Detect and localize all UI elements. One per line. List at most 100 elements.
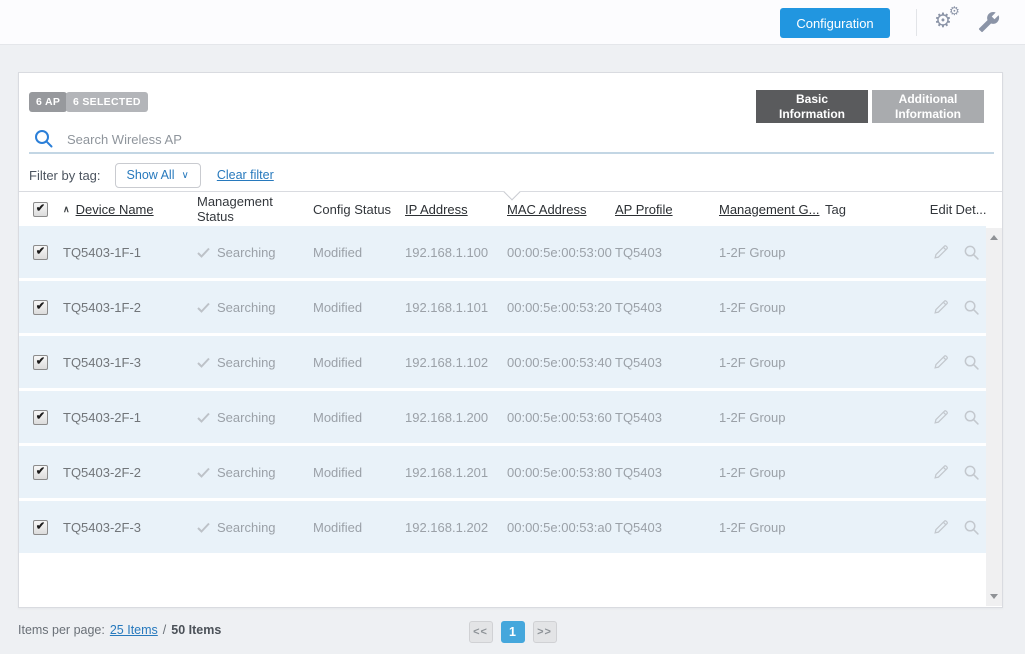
- ap-profile: TQ5403: [615, 410, 662, 425]
- settings-gears-icon[interactable]: ⚙ ⚙: [932, 4, 966, 40]
- details-magnifier-icon[interactable]: [963, 464, 980, 481]
- column-ip-address[interactable]: IP Address: [405, 202, 468, 217]
- config-status: Modified: [313, 520, 362, 535]
- configuration-button[interactable]: Configuration: [780, 8, 890, 38]
- ap-profile: TQ5403: [615, 520, 662, 535]
- mac-address: 00:00:5e:00:53:00: [507, 245, 612, 260]
- management-group: 1-2F Group: [719, 300, 785, 315]
- mac-address: 00:00:5e:00:53:20: [507, 300, 612, 315]
- row-checkbox[interactable]: ✔: [33, 465, 48, 480]
- edit-pencil-icon[interactable]: [932, 518, 950, 536]
- management-status: Searching: [217, 520, 276, 535]
- table-body: ✔ TQ5403-1F-1 Searching Modified 192.168…: [19, 226, 986, 606]
- column-management-group[interactable]: Management G...: [719, 202, 819, 217]
- table-row: ✔ TQ5403-1F-1 Searching Modified 192.168…: [19, 226, 986, 281]
- ip-address: 192.168.1.200: [405, 410, 488, 425]
- current-page-button[interactable]: 1: [501, 621, 525, 643]
- check-icon: [197, 466, 210, 479]
- management-status: Searching: [217, 300, 276, 315]
- edit-pencil-icon[interactable]: [932, 298, 950, 316]
- edit-pencil-icon[interactable]: [932, 408, 950, 426]
- tab-basic-information[interactable]: Basic Information: [756, 90, 868, 123]
- management-group: 1-2F Group: [719, 410, 785, 425]
- scroll-down-arrow-icon[interactable]: [990, 594, 998, 599]
- details-magnifier-icon[interactable]: [963, 409, 980, 426]
- screen: Configuration ⚙ ⚙ 6 AP 6 SELECTED Basic …: [0, 0, 1025, 654]
- search-icon: [33, 128, 55, 155]
- ap-profile: TQ5403: [615, 245, 662, 260]
- row-checkbox[interactable]: ✔: [33, 355, 48, 370]
- ip-address: 192.168.1.101: [405, 300, 488, 315]
- ap-profile: TQ5403: [615, 300, 662, 315]
- clear-filter-link[interactable]: Clear filter: [217, 168, 274, 182]
- checkmark-icon: ✔: [36, 246, 45, 257]
- wireless-ap-panel: 6 AP 6 SELECTED Basic Information Additi…: [18, 72, 1003, 608]
- checkmark-icon: ✔: [36, 521, 45, 532]
- edit-pencil-icon[interactable]: [932, 353, 950, 371]
- mac-address: 00:00:5e:00:53:a0: [507, 520, 612, 535]
- selected-count-badge: 6 SELECTED: [66, 92, 148, 112]
- previous-page-button[interactable]: <<: [469, 621, 493, 643]
- filter-row: Filter by tag: Show All ∨ Clear filter: [29, 162, 274, 188]
- check-icon: [197, 356, 210, 369]
- column-edit: Edit: [930, 202, 952, 217]
- management-status: Searching: [217, 410, 276, 425]
- checkmark-icon: ✔: [36, 301, 45, 312]
- checkmark-icon: ✔: [36, 356, 45, 367]
- ap-profile: TQ5403: [615, 355, 662, 370]
- select-all-checkbox[interactable]: ✔: [33, 202, 48, 217]
- check-icon: [197, 246, 210, 259]
- scroll-up-arrow-icon[interactable]: [990, 235, 998, 240]
- check-icon: [197, 521, 210, 534]
- row-checkbox[interactable]: ✔: [33, 245, 48, 260]
- details-magnifier-icon[interactable]: [963, 244, 980, 261]
- column-management-status: Management Status: [197, 194, 313, 224]
- column-details: Det...: [955, 202, 986, 217]
- config-status: Modified: [313, 300, 362, 315]
- table-row: ✔ TQ5403-2F-1 Searching Modified 192.168…: [19, 391, 986, 446]
- table-row: ✔ TQ5403-2F-2 Searching Modified 192.168…: [19, 446, 986, 501]
- filter-by-tag-label: Filter by tag:: [29, 168, 101, 183]
- management-group: 1-2F Group: [719, 465, 785, 480]
- column-device-name[interactable]: Device Name: [76, 202, 154, 217]
- info-tabs: Basic Information Additional Information: [756, 90, 984, 123]
- details-magnifier-icon[interactable]: [963, 519, 980, 536]
- checkmark-icon: ✔: [36, 203, 45, 214]
- column-mac-address[interactable]: MAC Address: [507, 202, 586, 217]
- table-header: ✔ ∧ Device Name Management Status Config…: [19, 192, 986, 226]
- sort-asc-icon: ∧: [63, 204, 70, 215]
- tag-filter-dropdown[interactable]: Show All ∨: [115, 163, 201, 188]
- tab-additional-information[interactable]: Additional Information: [872, 90, 984, 123]
- edit-pencil-icon[interactable]: [932, 243, 950, 261]
- ap-profile: TQ5403: [615, 465, 662, 480]
- search-input[interactable]: [65, 126, 769, 152]
- wrench-icon[interactable]: [976, 11, 1000, 35]
- management-group: 1-2F Group: [719, 355, 785, 370]
- edit-pencil-icon[interactable]: [932, 463, 950, 481]
- ip-address: 192.168.1.102: [405, 355, 488, 370]
- management-status: Searching: [217, 465, 276, 480]
- search-bar: [29, 125, 994, 154]
- config-status: Modified: [313, 465, 362, 480]
- config-status: Modified: [313, 245, 362, 260]
- chevron-down-icon: ∨: [181, 170, 188, 181]
- topbar-divider: [916, 9, 917, 36]
- gear-small-icon: ⚙: [949, 5, 960, 17]
- mac-address: 00:00:5e:00:53:40: [507, 355, 612, 370]
- device-name: TQ5403-2F-2: [63, 465, 141, 480]
- details-magnifier-icon[interactable]: [963, 354, 980, 371]
- column-ap-profile[interactable]: AP Profile: [615, 202, 673, 217]
- table-scrollbar[interactable]: [986, 228, 1002, 606]
- mac-address: 00:00:5e:00:53:60: [507, 410, 612, 425]
- details-magnifier-icon[interactable]: [963, 299, 980, 316]
- pagination: << 1 >>: [0, 621, 1025, 643]
- check-icon: [197, 301, 210, 314]
- row-checkbox[interactable]: ✔: [33, 410, 48, 425]
- next-page-button[interactable]: >>: [533, 621, 557, 643]
- management-group: 1-2F Group: [719, 520, 785, 535]
- row-checkbox[interactable]: ✔: [33, 520, 48, 535]
- device-name: TQ5403-1F-1: [63, 245, 141, 260]
- ip-address: 192.168.1.100: [405, 245, 488, 260]
- row-checkbox[interactable]: ✔: [33, 300, 48, 315]
- config-status: Modified: [313, 355, 362, 370]
